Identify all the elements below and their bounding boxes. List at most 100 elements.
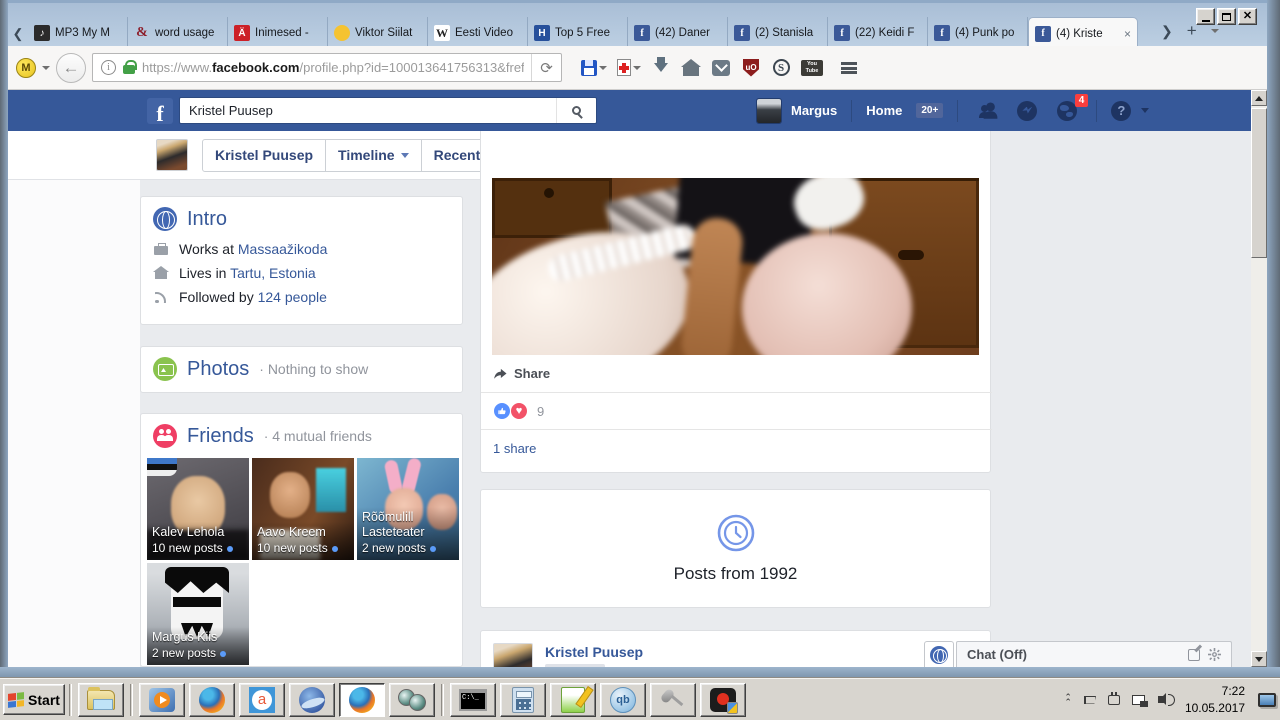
share-button[interactable]: Share: [481, 355, 992, 393]
notepadpp-launcher[interactable]: [550, 682, 596, 717]
facebook-logo[interactable]: f: [147, 97, 173, 124]
youtube-button[interactable]: You Tube: [798, 53, 826, 83]
post-card: Share ♥ 9 1 share: [480, 131, 992, 473]
user-avatar[interactable]: [756, 97, 782, 124]
s-extension-button[interactable]: S: [768, 53, 794, 83]
health-report-button[interactable]: [614, 53, 644, 83]
close-button[interactable]: ✕: [1238, 8, 1257, 25]
taskbar-divider: [130, 683, 133, 716]
recorder-icon: [710, 687, 738, 714]
camera-app-launcher[interactable]: [389, 682, 435, 717]
volume-icon[interactable]: [1156, 692, 1175, 708]
tab-fb-daner[interactable]: f (42) Daner: [628, 17, 728, 49]
ublock-button[interactable]: uO: [738, 53, 764, 83]
show-desktop-button[interactable]: [1258, 692, 1276, 707]
downloads-button[interactable]: [648, 53, 674, 83]
home-button[interactable]: [678, 53, 704, 83]
share-count-link[interactable]: 1 share: [493, 441, 536, 456]
tray-expand-button[interactable]: ⌃ ⌃: [1064, 693, 1072, 706]
power-plug-icon[interactable]: [1106, 691, 1122, 708]
menu-button[interactable]: [830, 53, 860, 83]
friend-tile[interactable]: Kalev Lehola 10 new posts: [147, 458, 249, 560]
url-bar[interactable]: i https://www.facebook.com/profile.php?i…: [92, 53, 562, 82]
account-menu-caret-icon[interactable]: [1141, 108, 1150, 113]
friends-title-link[interactable]: Friends: [187, 425, 254, 448]
chat-bar[interactable]: Chat (Off): [956, 641, 1232, 667]
post-author-avatar[interactable]: [493, 643, 533, 667]
photos-title-link[interactable]: Photos: [187, 358, 249, 381]
reactions-row[interactable]: ♥ 9: [481, 393, 992, 430]
tab-fb-punk[interactable]: f (4) Punk po: [928, 17, 1028, 49]
tab-scroll-left-button[interactable]: ❮: [8, 21, 28, 47]
gear-icon[interactable]: [1208, 648, 1221, 661]
tab-fb-stanislav[interactable]: f (2) Stanisla: [728, 17, 828, 49]
scroll-up-button[interactable]: [1251, 90, 1267, 106]
media-player-launcher[interactable]: [139, 682, 185, 717]
save-page-button[interactable]: [578, 53, 610, 83]
profile-avatar-small[interactable]: [156, 139, 188, 171]
city-link[interactable]: Tartu, Estonia: [230, 265, 316, 281]
action-center-flag-icon[interactable]: [1081, 692, 1097, 708]
cmd-launcher[interactable]: C:\_: [450, 682, 496, 717]
tab-top5[interactable]: H Top 5 Free: [528, 17, 628, 49]
pocket-icon: [712, 59, 730, 76]
tab-list-dropdown-icon[interactable]: [1210, 29, 1219, 33]
messenger-button[interactable]: [1012, 98, 1042, 124]
page-info-icon[interactable]: i: [101, 60, 116, 75]
vertical-scrollbar[interactable]: [1251, 90, 1267, 667]
tab-word-usage[interactable]: & word usage: [128, 17, 228, 49]
friend-requests-button[interactable]: [972, 98, 1002, 124]
home-link[interactable]: Home: [866, 103, 902, 118]
post-photo[interactable]: [492, 178, 979, 355]
tab-inimesed[interactable]: Ä Inimesed -: [228, 17, 328, 49]
explorer-launcher[interactable]: [78, 682, 124, 717]
maximize-button[interactable]: [1217, 8, 1236, 25]
search-input[interactable]: [180, 103, 556, 118]
globe-quick-button[interactable]: [924, 641, 954, 667]
compose-icon[interactable]: [1188, 648, 1200, 661]
tab-eesti-video[interactable]: W Eesti Video: [428, 17, 528, 49]
tray-clock[interactable]: 7:22 10.05.2017: [1181, 683, 1249, 715]
tab-close-icon[interactable]: ×: [1124, 27, 1131, 41]
firefox-launcher[interactable]: [189, 682, 235, 717]
screen-recorder-launcher[interactable]: [700, 682, 746, 717]
pocket-button[interactable]: [708, 53, 734, 83]
notifications-button[interactable]: 4: [1052, 93, 1089, 124]
microphone-app-launcher[interactable]: [650, 682, 696, 717]
search-button[interactable]: [556, 98, 596, 123]
facebook-search: [179, 97, 597, 124]
calculator-launcher[interactable]: [500, 682, 546, 717]
network-icon[interactable]: [1131, 692, 1149, 708]
scrollbar-thumb[interactable]: [1251, 108, 1267, 258]
tab-mp3[interactable]: ♪ MP3 My M: [28, 17, 128, 49]
friend-tile[interactable]: Margus Kiis 2 new posts: [147, 563, 249, 665]
url-text[interactable]: https://www.facebook.com/profile.php?id=…: [142, 60, 524, 75]
timeline-dropdown[interactable]: Timeline: [326, 139, 422, 171]
qbittorrent-launcher[interactable]: qb: [600, 682, 646, 717]
tab-fb-kristel-active[interactable]: f (4) Kriste ×: [1028, 17, 1138, 49]
help-button[interactable]: ?: [1111, 100, 1132, 121]
tab-viktor[interactable]: Viktor Siilat: [328, 17, 428, 49]
post-author-link[interactable]: Kristel Puusep: [545, 644, 643, 660]
friend-tile[interactable]: Aavo Kreem 10 new posts: [252, 458, 354, 560]
followers-link[interactable]: 124 people: [258, 289, 327, 305]
tab-fb-keidi[interactable]: f (22) Keidi F: [828, 17, 928, 49]
profile-name-button[interactable]: Kristel Puusep: [203, 139, 327, 171]
seamonkey-launcher[interactable]: [289, 682, 335, 717]
user-name-link[interactable]: Margus: [791, 103, 837, 118]
tab-scroll-right-button[interactable]: ❯: [1161, 23, 1173, 40]
minimize-button[interactable]: [1196, 8, 1215, 25]
workplace-link[interactable]: Massaažikoda: [238, 241, 328, 257]
reaction-count[interactable]: 9: [537, 404, 544, 419]
greasemonkey-dropdown-icon[interactable]: [42, 65, 50, 70]
friend-photo-detail: [316, 468, 346, 512]
friend-tile[interactable]: Rõõmulill Lasteteater 2 new posts: [357, 458, 459, 560]
start-button[interactable]: Start: [3, 684, 65, 715]
app-a-launcher[interactable]: a: [239, 682, 285, 717]
scroll-down-button[interactable]: [1251, 651, 1267, 667]
back-button[interactable]: ←: [56, 52, 86, 83]
greasemonkey-icon[interactable]: M: [16, 57, 36, 78]
reload-button[interactable]: ⟳: [531, 54, 561, 81]
calculator-icon: [512, 686, 534, 713]
firefox-active-task[interactable]: [339, 682, 385, 717]
